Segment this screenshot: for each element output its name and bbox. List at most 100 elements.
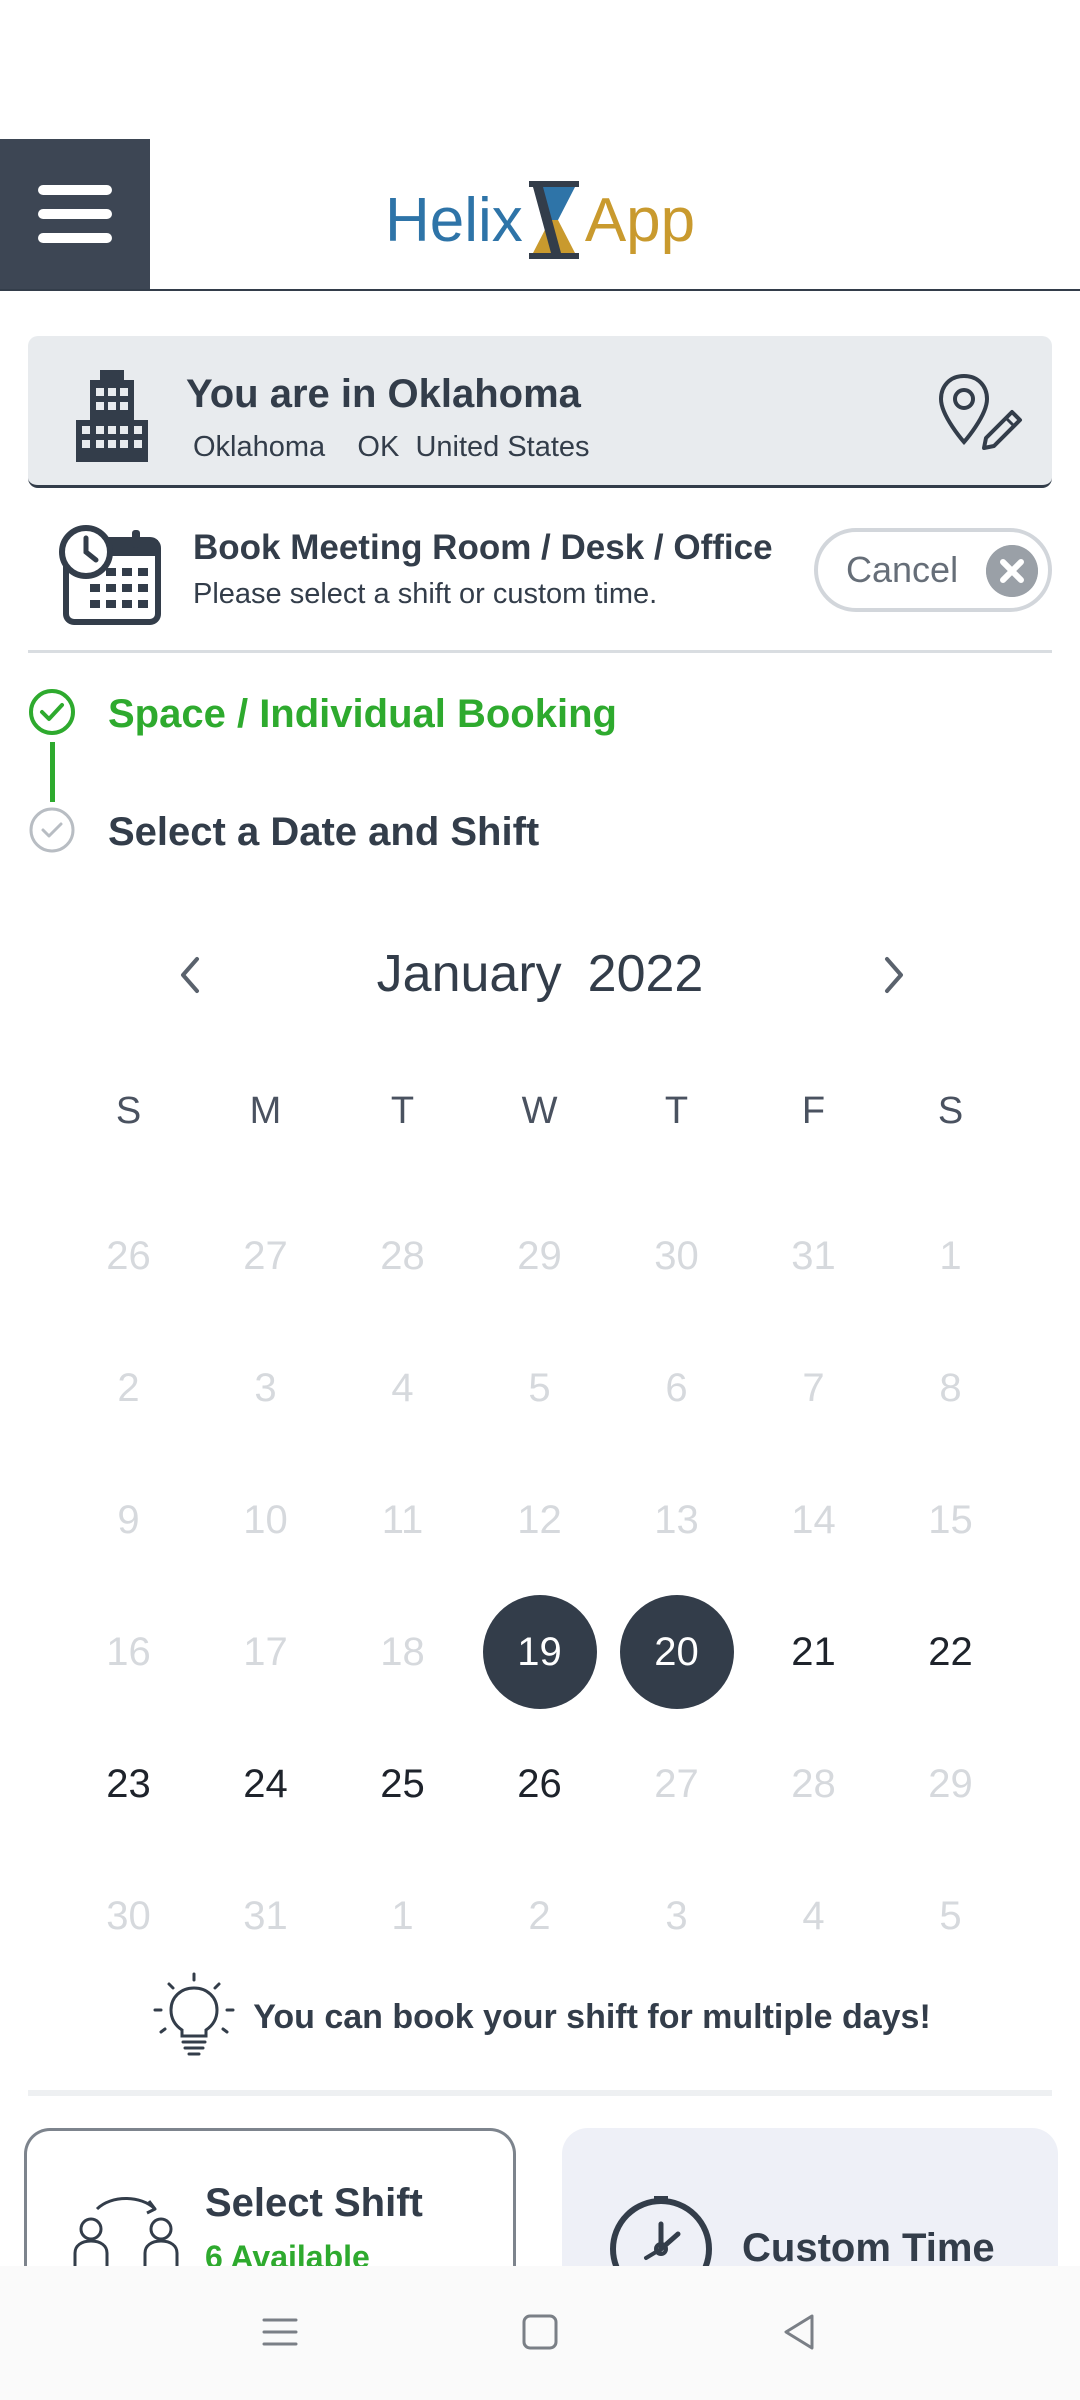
weekday-label: W — [521, 1090, 558, 1132]
calendar-week: 23 24 25 26 27 28 29 — [60, 1718, 1020, 1850]
calendar-weekdays: SMTWTFS — [60, 1090, 1020, 1133]
calendar-day: 27 — [608, 1718, 745, 1850]
step-connector — [50, 742, 55, 802]
calendar-day[interactable]: 21 — [745, 1586, 882, 1718]
menu-button[interactable] — [0, 139, 150, 289]
calendar-day-selected[interactable]: 20 — [608, 1586, 745, 1718]
calendar-day: 26 — [60, 1190, 197, 1322]
calendar-day: 1 — [334, 1850, 471, 1982]
location-state: OK — [357, 431, 400, 463]
check-circle-icon — [29, 689, 75, 735]
calendar-day[interactable]: 22 — [882, 1586, 1019, 1718]
calendar-clock-icon — [59, 525, 161, 625]
app-header: Helix App — [0, 139, 1080, 291]
calendar-day[interactable]: 24 — [197, 1718, 334, 1850]
calendar-day-number: 4 — [391, 1365, 414, 1410]
calendar-day[interactable]: 23 — [60, 1718, 197, 1850]
divider — [28, 2090, 1052, 2096]
calendar-day-number: 28 — [380, 1233, 425, 1278]
home-button[interactable] — [510, 2302, 570, 2362]
next-month-button[interactable] — [864, 940, 924, 1010]
multi-day-tip: You can book your shift for multiple day… — [0, 1972, 1080, 2062]
calendar-day-number: 5 — [528, 1365, 551, 1410]
calendar-day-number: 6 — [665, 1365, 688, 1410]
calendar-day-number: 11 — [381, 1497, 424, 1542]
calendar-day-number: 1 — [391, 1893, 414, 1938]
calendar-week: 2 3 4 5 6 7 8 — [60, 1322, 1020, 1454]
step-label-space: Space / Individual Booking — [108, 692, 617, 736]
calendar-day: 6 — [608, 1322, 745, 1454]
calendar-day: 3 — [608, 1850, 745, 1982]
calendar-day: 17 — [197, 1586, 334, 1718]
calendar-day-number: 28 — [791, 1761, 836, 1806]
calendar-day-number: 2 — [528, 1893, 551, 1938]
calendar-day[interactable]: 25 — [334, 1718, 471, 1850]
calendar-day-number: 21 — [791, 1629, 836, 1674]
location-subtitle: Oklahoma OK United States — [193, 431, 590, 464]
calendar-day-number: 9 — [117, 1497, 140, 1542]
map-pin-edit-icon[interactable] — [936, 372, 1026, 452]
calendar-day-number: 27 — [243, 1233, 288, 1278]
clock-icon — [610, 2196, 712, 2268]
calendar-year: 2022 — [587, 945, 704, 1003]
calendar-day-number: 19 — [482, 1595, 597, 1709]
calendar-day-selected[interactable]: 19 — [471, 1586, 608, 1718]
hourglass-icon — [528, 181, 579, 259]
booking-title: Book Meeting Room / Desk / Office — [193, 528, 773, 567]
calendar-day: 11 — [334, 1454, 471, 1586]
recents-icon — [262, 2318, 298, 2346]
calendar-day: 18 — [334, 1586, 471, 1718]
calendar-day: 5 — [882, 1850, 1019, 1982]
calendar-day: 2 — [471, 1850, 608, 1982]
select-shift-card[interactable]: Select Shift 6 Available — [24, 2128, 516, 2268]
weekday-label: T — [664, 1090, 689, 1132]
calendar-day: 28 — [334, 1190, 471, 1322]
calendar-day-number: 26 — [517, 1761, 562, 1806]
calendar-day-number: 17 — [243, 1629, 288, 1674]
calendar-day-number: 12 — [517, 1497, 562, 1542]
calendar-day: 15 — [882, 1454, 1019, 1586]
calendar-header: January 2022 — [0, 930, 1080, 1020]
tip-text: You can book your shift for multiple day… — [253, 1997, 931, 2036]
calendar-day-number: 5 — [939, 1893, 962, 1938]
location-country: United States — [415, 431, 590, 463]
calendar-day-number: 4 — [802, 1893, 825, 1938]
cancel-label: Cancel — [846, 549, 959, 590]
calendar-day: 3 — [197, 1322, 334, 1454]
calendar-week: 26 27 28 29 30 31 1 — [60, 1190, 1020, 1322]
people-swap-icon — [73, 2197, 179, 2268]
logo-text-left: Helix — [385, 185, 523, 255]
calendar-day-number: 3 — [665, 1893, 688, 1938]
logo-text-right: App — [584, 185, 696, 255]
calendar-day-number: 25 — [380, 1761, 425, 1806]
recent-apps-button[interactable] — [250, 2302, 310, 2362]
calendar-grid: 26 27 28 29 30 31 1 2 3 4 5 6 7 8 9 10 11 12 13 14 15 16 17 18 1… — [60, 1190, 1020, 1982]
booking-steps: Space / Individual Booking Select a Date… — [28, 686, 1052, 866]
calendar-day-number: 15 — [928, 1497, 973, 1542]
calendar-day-number: 1 — [939, 1233, 962, 1278]
calendar-day[interactable]: 26 — [471, 1718, 608, 1850]
calendar-day-number: 16 — [106, 1629, 151, 1674]
back-button[interactable] — [770, 2302, 830, 2362]
calendar-day-number: 3 — [254, 1365, 277, 1410]
custom-time-card[interactable]: Custom Time — [562, 2128, 1058, 2268]
calendar-month: January — [376, 945, 562, 1003]
calendar-week: 30 31 1 2 3 4 5 — [60, 1850, 1020, 1982]
prev-month-button[interactable] — [160, 940, 220, 1010]
pending-check-circle-icon — [29, 807, 75, 853]
calendar-day-number: 27 — [654, 1761, 699, 1806]
building-icon — [76, 370, 148, 462]
calendar-day-number: 7 — [802, 1365, 825, 1410]
close-circle-icon — [986, 545, 1038, 597]
calendar-day-number: 24 — [243, 1761, 288, 1806]
calendar-day: 31 — [745, 1190, 882, 1322]
lightbulb-icon — [153, 1972, 235, 2056]
calendar-week: 16 17 18 19 20 21 22 — [60, 1586, 1020, 1718]
calendar-day: 10 — [197, 1454, 334, 1586]
back-icon — [784, 2314, 814, 2350]
weekday-label: T — [390, 1090, 415, 1132]
calendar-day-number: 18 — [380, 1629, 425, 1674]
calendar-day: 30 — [60, 1850, 197, 1982]
calendar-day-number: 10 — [243, 1497, 288, 1542]
cancel-button[interactable]: Cancel — [814, 528, 1052, 612]
